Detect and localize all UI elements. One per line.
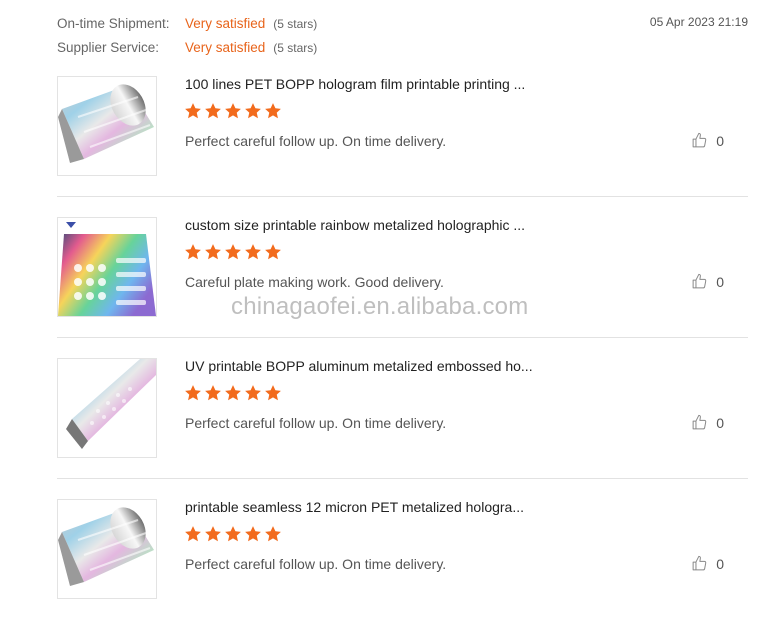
- star-icon: [205, 526, 221, 542]
- review-item: UV printable BOPP aluminum metalized emb…: [57, 358, 748, 498]
- star-icon: [245, 385, 261, 401]
- product-title[interactable]: printable seamless 12 micron PET metaliz…: [185, 499, 524, 515]
- product-image[interactable]: [57, 358, 157, 458]
- star-icon: [245, 244, 261, 260]
- rating-note: (5 stars): [273, 41, 318, 55]
- star-icon: [185, 526, 201, 542]
- like-count: 0: [716, 555, 724, 572]
- review-comment: Careful plate making work. Good delivery…: [185, 274, 444, 290]
- like-button[interactable]: 0: [691, 414, 724, 431]
- star-icon: [265, 526, 281, 542]
- star-icon: [265, 385, 281, 401]
- divider: [57, 337, 748, 338]
- star-rating: [184, 243, 282, 261]
- star-icon: [265, 103, 281, 119]
- divider: [57, 196, 748, 197]
- thumbs-up-icon: [692, 414, 707, 430]
- rating-value: Very satisfied: [185, 16, 266, 31]
- star-icon: [205, 385, 221, 401]
- like-count: 0: [716, 414, 724, 431]
- review-comment: Perfect careful follow up. On time deliv…: [185, 556, 447, 572]
- rating-supplier-service: Supplier Service: Very satisfied (5 star…: [57, 40, 317, 55]
- review-comment: Perfect careful follow up. On time deliv…: [185, 415, 447, 431]
- star-rating: [184, 384, 282, 402]
- review-date: 05 Apr 2023 21:19: [649, 15, 748, 29]
- review-comment: Perfect careful follow up. On time deliv…: [185, 133, 447, 149]
- star-icon: [185, 385, 201, 401]
- star-icon: [205, 244, 221, 260]
- star-icon: [245, 103, 261, 119]
- product-image[interactable]: [57, 217, 157, 317]
- like-button[interactable]: 0: [691, 273, 724, 290]
- divider: [57, 478, 748, 479]
- product-image[interactable]: [57, 76, 157, 176]
- review-item: printable seamless 12 micron PET metaliz…: [57, 499, 748, 639]
- rating-on-time-shipment: On-time Shipment: Very satisfied (5 star…: [57, 16, 317, 31]
- thumbs-up-icon: [692, 555, 707, 571]
- product-image[interactable]: [57, 499, 157, 599]
- like-button[interactable]: 0: [691, 555, 724, 572]
- star-icon: [185, 103, 201, 119]
- star-icon: [245, 526, 261, 542]
- review-item: 100 lines PET BOPP hologram film printab…: [57, 76, 748, 216]
- product-title[interactable]: custom size printable rainbow metalized …: [185, 217, 525, 233]
- like-button[interactable]: 0: [691, 132, 724, 149]
- thumbs-up-icon: [692, 132, 707, 148]
- review-item: custom size printable rainbow metalized …: [57, 217, 748, 357]
- star-icon: [225, 244, 241, 260]
- star-icon: [185, 244, 201, 260]
- rating-label: On-time Shipment:: [57, 16, 170, 31]
- watermark-text: chinagaofei.en.alibaba.com: [231, 293, 529, 320]
- star-rating: [184, 525, 282, 543]
- star-icon: [265, 244, 281, 260]
- product-title[interactable]: UV printable BOPP aluminum metalized emb…: [185, 358, 533, 374]
- product-title[interactable]: 100 lines PET BOPP hologram film printab…: [185, 76, 525, 92]
- like-count: 0: [716, 273, 724, 290]
- star-icon: [225, 526, 241, 542]
- thumbs-up-icon: [692, 273, 707, 289]
- rating-value: Very satisfied: [185, 40, 266, 55]
- like-count: 0: [716, 132, 724, 149]
- rating-label: Supplier Service:: [57, 40, 160, 55]
- star-icon: [225, 385, 241, 401]
- rating-note: (5 stars): [273, 17, 318, 31]
- star-icon: [225, 103, 241, 119]
- star-rating: [184, 102, 282, 120]
- star-icon: [205, 103, 221, 119]
